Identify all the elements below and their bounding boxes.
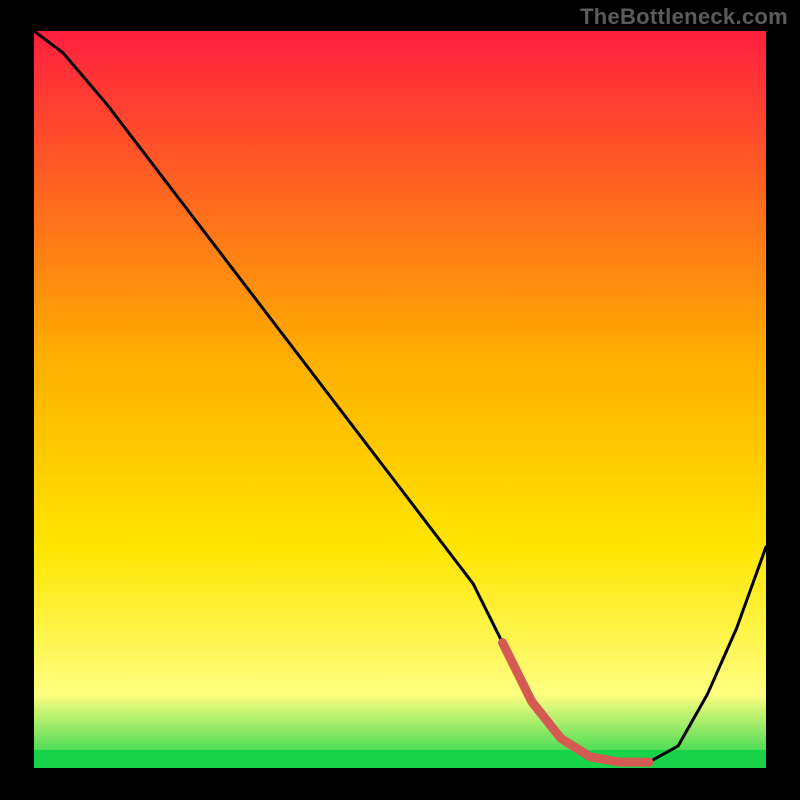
gradient-background <box>34 31 766 768</box>
chart-frame: TheBottleneck.com <box>0 0 800 800</box>
watermark-text: TheBottleneck.com <box>580 4 788 30</box>
bottleneck-chart <box>0 0 800 800</box>
